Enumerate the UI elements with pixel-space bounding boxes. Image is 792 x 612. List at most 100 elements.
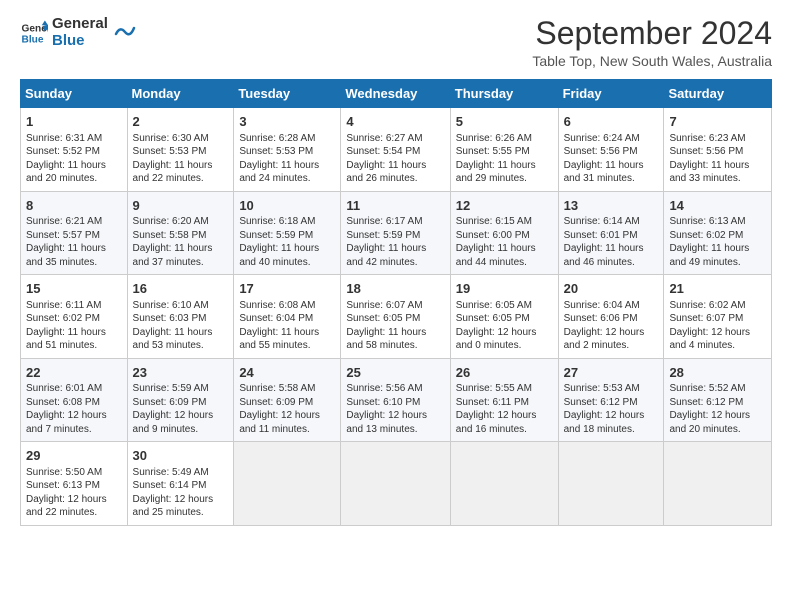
day-number: 18 [346,280,444,298]
day-info: Sunrise: 6:15 AM Sunset: 6:00 PM Dayligh… [456,215,553,269]
col-tuesday: Tuesday [234,80,341,108]
day-number: 6 [564,113,659,131]
day-info: Sunrise: 6:08 AM Sunset: 6:04 PM Dayligh… [239,299,335,353]
header: General Blue General Blue September 2024… [20,16,772,69]
col-friday: Friday [558,80,664,108]
table-row: 16Sunrise: 6:10 AM Sunset: 6:03 PM Dayli… [127,275,234,359]
day-info: Sunrise: 6:30 AM Sunset: 5:53 PM Dayligh… [133,132,229,186]
day-info: Sunrise: 6:28 AM Sunset: 5:53 PM Dayligh… [239,132,335,186]
table-row [664,442,772,526]
day-number: 12 [456,197,553,215]
table-row: 17Sunrise: 6:08 AM Sunset: 6:04 PM Dayli… [234,275,341,359]
day-info: Sunrise: 6:21 AM Sunset: 5:57 PM Dayligh… [26,215,122,269]
table-row: 25Sunrise: 5:56 AM Sunset: 6:10 PM Dayli… [341,358,450,442]
table-row: 4Sunrise: 6:27 AM Sunset: 5:54 PM Daylig… [341,108,450,192]
day-number: 1 [26,113,122,131]
day-number: 9 [133,197,229,215]
main-title: September 2024 [532,16,772,51]
table-row: 26Sunrise: 5:55 AM Sunset: 6:11 PM Dayli… [450,358,558,442]
table-row [341,442,450,526]
day-number: 29 [26,447,122,465]
day-number: 26 [456,364,553,382]
table-row: 7Sunrise: 6:23 AM Sunset: 5:56 PM Daylig… [664,108,772,192]
day-info: Sunrise: 6:24 AM Sunset: 5:56 PM Dayligh… [564,132,659,186]
day-info: Sunrise: 6:14 AM Sunset: 6:01 PM Dayligh… [564,215,659,269]
col-wednesday: Wednesday [341,80,450,108]
logo-general: General [52,16,108,33]
day-info: Sunrise: 5:50 AM Sunset: 6:13 PM Dayligh… [26,466,122,520]
table-row: 27Sunrise: 5:53 AM Sunset: 6:12 PM Dayli… [558,358,664,442]
day-info: Sunrise: 6:23 AM Sunset: 5:56 PM Dayligh… [669,132,766,186]
day-info: Sunrise: 5:55 AM Sunset: 6:11 PM Dayligh… [456,382,553,436]
day-number: 15 [26,280,122,298]
table-row: 6Sunrise: 6:24 AM Sunset: 5:56 PM Daylig… [558,108,664,192]
table-row: 23Sunrise: 5:59 AM Sunset: 6:09 PM Dayli… [127,358,234,442]
day-number: 22 [26,364,122,382]
col-saturday: Saturday [664,80,772,108]
day-number: 28 [669,364,766,382]
table-row: 30Sunrise: 5:49 AM Sunset: 6:14 PM Dayli… [127,442,234,526]
page: General Blue General Blue September 2024… [0,0,792,612]
calendar-week-row: 15Sunrise: 6:11 AM Sunset: 6:02 PM Dayli… [21,275,772,359]
day-info: Sunrise: 6:17 AM Sunset: 5:59 PM Dayligh… [346,215,444,269]
table-row: 9Sunrise: 6:20 AM Sunset: 5:58 PM Daylig… [127,191,234,275]
logo-icon: General Blue [20,19,48,47]
table-row [234,442,341,526]
logo-blue: Blue [52,33,108,50]
day-info: Sunrise: 6:02 AM Sunset: 6:07 PM Dayligh… [669,299,766,353]
col-monday: Monday [127,80,234,108]
table-row: 5Sunrise: 6:26 AM Sunset: 5:55 PM Daylig… [450,108,558,192]
day-info: Sunrise: 5:59 AM Sunset: 6:09 PM Dayligh… [133,382,229,436]
table-row: 18Sunrise: 6:07 AM Sunset: 6:05 PM Dayli… [341,275,450,359]
table-row: 28Sunrise: 5:52 AM Sunset: 6:12 PM Dayli… [664,358,772,442]
day-info: Sunrise: 6:26 AM Sunset: 5:55 PM Dayligh… [456,132,553,186]
day-info: Sunrise: 5:53 AM Sunset: 6:12 PM Dayligh… [564,382,659,436]
day-info: Sunrise: 6:13 AM Sunset: 6:02 PM Dayligh… [669,215,766,269]
day-number: 24 [239,364,335,382]
day-info: Sunrise: 6:04 AM Sunset: 6:06 PM Dayligh… [564,299,659,353]
table-row [450,442,558,526]
day-number: 21 [669,280,766,298]
day-number: 10 [239,197,335,215]
day-info: Sunrise: 6:01 AM Sunset: 6:08 PM Dayligh… [26,382,122,436]
table-row [558,442,664,526]
day-number: 13 [564,197,659,215]
day-info: Sunrise: 6:27 AM Sunset: 5:54 PM Dayligh… [346,132,444,186]
day-number: 8 [26,197,122,215]
table-row: 20Sunrise: 6:04 AM Sunset: 6:06 PM Dayli… [558,275,664,359]
day-number: 30 [133,447,229,465]
day-number: 7 [669,113,766,131]
logo: General Blue General Blue [20,16,136,49]
day-info: Sunrise: 6:11 AM Sunset: 6:02 PM Dayligh… [26,299,122,353]
day-number: 20 [564,280,659,298]
day-number: 11 [346,197,444,215]
col-thursday: Thursday [450,80,558,108]
day-info: Sunrise: 6:18 AM Sunset: 5:59 PM Dayligh… [239,215,335,269]
day-info: Sunrise: 5:58 AM Sunset: 6:09 PM Dayligh… [239,382,335,436]
day-info: Sunrise: 6:10 AM Sunset: 6:03 PM Dayligh… [133,299,229,353]
logo-wave-icon [114,18,136,40]
subtitle: Table Top, New South Wales, Australia [532,53,772,69]
table-row: 11Sunrise: 6:17 AM Sunset: 5:59 PM Dayli… [341,191,450,275]
day-number: 14 [669,197,766,215]
day-info: Sunrise: 6:31 AM Sunset: 5:52 PM Dayligh… [26,132,122,186]
table-row: 13Sunrise: 6:14 AM Sunset: 6:01 PM Dayli… [558,191,664,275]
day-info: Sunrise: 5:52 AM Sunset: 6:12 PM Dayligh… [669,382,766,436]
day-number: 19 [456,280,553,298]
day-info: Sunrise: 6:05 AM Sunset: 6:05 PM Dayligh… [456,299,553,353]
day-number: 27 [564,364,659,382]
title-block: September 2024 Table Top, New South Wale… [532,16,772,69]
table-row: 22Sunrise: 6:01 AM Sunset: 6:08 PM Dayli… [21,358,128,442]
table-row: 8Sunrise: 6:21 AM Sunset: 5:57 PM Daylig… [21,191,128,275]
day-info: Sunrise: 6:07 AM Sunset: 6:05 PM Dayligh… [346,299,444,353]
table-row: 24Sunrise: 5:58 AM Sunset: 6:09 PM Dayli… [234,358,341,442]
table-row: 15Sunrise: 6:11 AM Sunset: 6:02 PM Dayli… [21,275,128,359]
svg-text:Blue: Blue [22,34,44,45]
day-info: Sunrise: 5:49 AM Sunset: 6:14 PM Dayligh… [133,466,229,520]
day-number: 16 [133,280,229,298]
table-row: 14Sunrise: 6:13 AM Sunset: 6:02 PM Dayli… [664,191,772,275]
table-row: 29Sunrise: 5:50 AM Sunset: 6:13 PM Dayli… [21,442,128,526]
day-number: 25 [346,364,444,382]
calendar-header-row: Sunday Monday Tuesday Wednesday Thursday… [21,80,772,108]
table-row: 21Sunrise: 6:02 AM Sunset: 6:07 PM Dayli… [664,275,772,359]
